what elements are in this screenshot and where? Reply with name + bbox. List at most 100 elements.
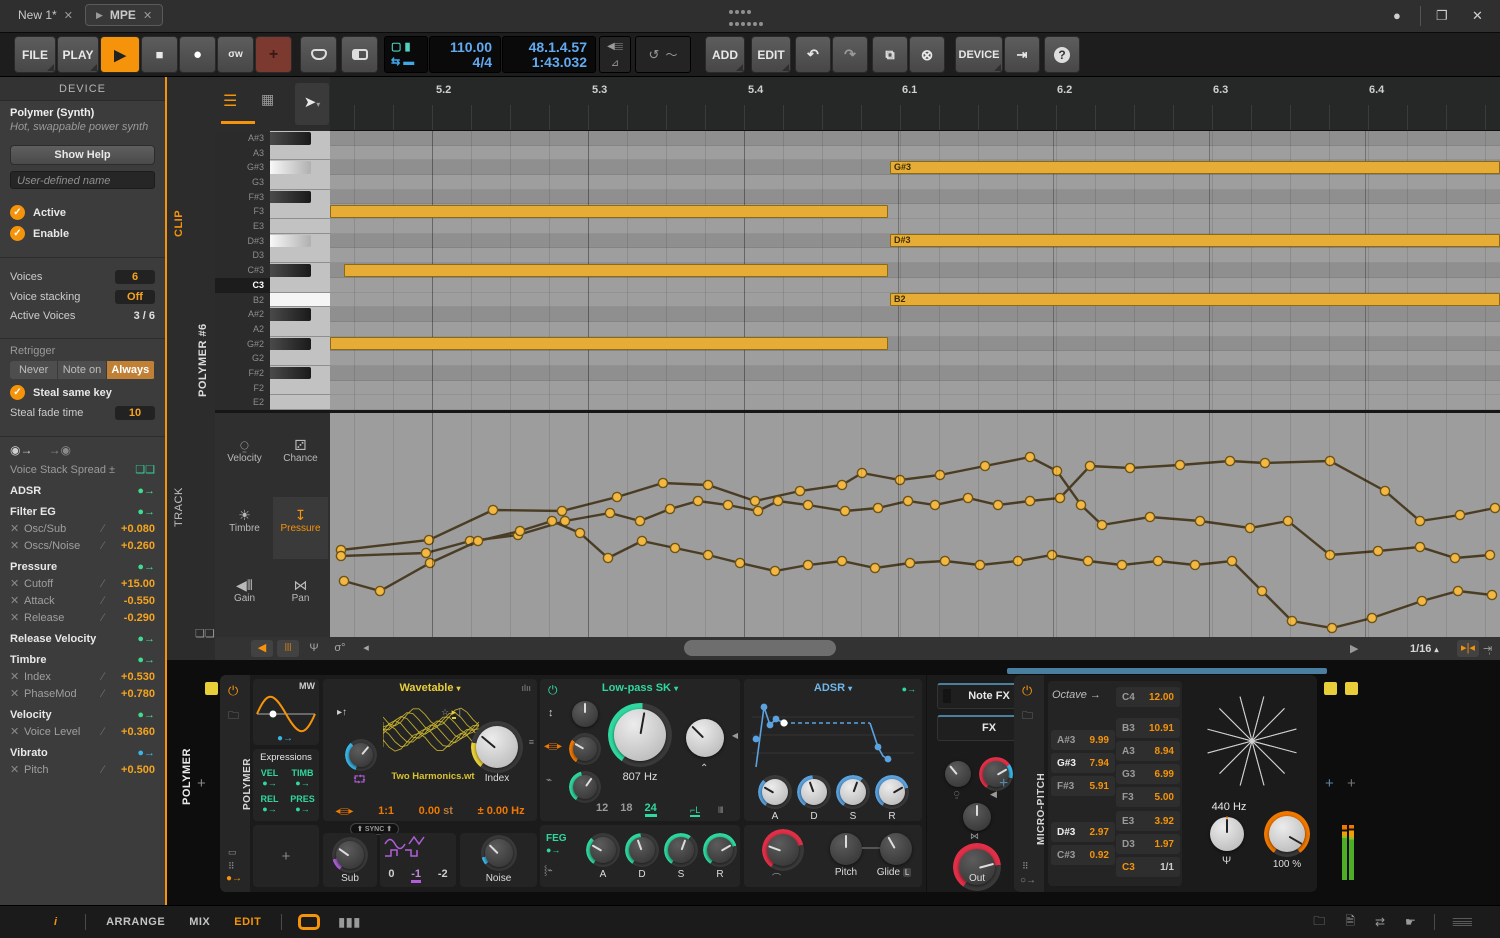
pitch-knob[interactable] [830,833,862,865]
env-knob-R[interactable] [707,837,733,863]
polymer-display-toggle-icon[interactable]: ▭ [228,847,237,858]
glide-knob[interactable] [880,833,912,865]
delete-button[interactable]: ⊗ [909,36,945,73]
grid-row-E3[interactable] [330,219,1500,234]
pressure-point[interactable] [1417,596,1426,605]
pressure-point[interactable] [1415,516,1424,525]
resonance-knob[interactable] [686,719,724,757]
pressure-point[interactable] [515,526,524,535]
mix-knob[interactable] [1269,816,1305,852]
collapse-lane-icon[interactable]: ◂ [355,640,377,657]
mod-source-filter-eg[interactable]: Filter EG●→ [10,506,155,518]
steal-fade-value[interactable]: 10 [115,406,155,420]
midi-note-G#3[interactable]: G#3 [890,161,1500,174]
expression-tab-velocity[interactable]: ⍜Velocity [217,427,272,489]
pressure-point[interactable] [670,543,679,552]
pressure-point[interactable] [1013,556,1022,565]
osc-menu-icon[interactable]: ≡ [529,737,534,747]
insert-device-button[interactable]: ⇥ [1004,36,1040,73]
adaptive-grid-icon[interactable]: ⇥̩ [1483,642,1492,655]
record-button[interactable]: ● [179,36,216,73]
pressure-point[interactable] [940,556,949,565]
pressure-point[interactable] [557,506,566,515]
pressure-point[interactable] [1085,461,1094,470]
piano-key-E2[interactable] [270,395,330,410]
pressure-point[interactable] [575,528,584,537]
expression-mod-rel[interactable]: REL●→ [253,794,286,814]
tab-new1[interactable]: New 1* ✕ [18,8,73,22]
duplicate-button[interactable]: ⧉ [872,36,908,73]
polymer-color-swatch[interactable] [205,682,218,695]
pressure-point[interactable] [605,508,614,517]
pressure-point[interactable] [770,566,779,575]
wavetable-visualization[interactable] [383,703,479,767]
pressure-point[interactable] [1175,460,1184,469]
filter-env-knob[interactable] [573,775,597,799]
pitch-row-C#3[interactable]: C#30.92 [1051,845,1115,865]
feg-mod-arrow-icon[interactable]: ●→ [546,845,560,855]
layers-icon[interactable]: ❏❏ [135,463,155,476]
clip-launcher-button[interactable] [300,36,337,73]
polymer-preset-icon[interactable]: 🗀 [228,707,239,726]
filter-slope-12[interactable]: 12 [596,802,608,817]
micropitch-grid-icon[interactable]: ⠿ [1022,861,1029,872]
device-name-input[interactable]: User-defined name [10,171,155,189]
stacking-value[interactable]: Off [115,290,155,304]
track-tab[interactable]: TRACK [173,487,185,527]
snap-value[interactable]: 1/16 ▴ [1410,643,1439,655]
multi-panel-icon[interactable]: ▮▮▮ [338,915,361,929]
mod-target-cutoff[interactable]: ✕Cutoff∕+15.00 [10,577,155,590]
pressure-point[interactable] [905,558,914,567]
grid-row-F#3[interactable] [330,190,1500,205]
pressure-point[interactable] [603,553,612,562]
pressure-point[interactable] [870,563,879,572]
cutoff-value[interactable]: 807 Hz [608,771,672,783]
append-device-button-2[interactable]: + [1347,775,1356,792]
pressure-point[interactable] [1380,486,1389,495]
expression-tab-pan[interactable]: ⋈Pan [273,567,328,629]
grid-row-A#3[interactable] [330,131,1500,146]
pressure-point[interactable] [425,558,434,567]
mod-arrow-icon[interactable]: ●→ [137,561,155,573]
grid-view-icon[interactable]: ▦ [261,91,274,108]
mw-lfo-panel[interactable]: MW ●→ [253,679,319,745]
steal-toggle[interactable]: ✓ Steal same key [10,385,155,400]
piano-key-F#3[interactable] [270,190,330,205]
note-grid[interactable]: G#3D#3B2 [330,131,1500,410]
pressure-point[interactable] [1145,512,1154,521]
mod-target-release[interactable]: ✕Release∕-0.290 [10,611,155,624]
expression-mod-pres[interactable]: PRES●→ [286,794,319,814]
pitch-row-B3[interactable]: B310.91 [1116,718,1180,738]
env-knob-R[interactable] [879,779,905,805]
pressure-point[interactable] [935,470,944,479]
help-button[interactable]: ? [1044,36,1080,73]
pitch-row-D#3[interactable]: D#32.97 [1051,822,1115,842]
pressure-point[interactable] [1450,553,1459,562]
mod-arrow-icon[interactable]: ●→ [137,654,155,666]
stop-button[interactable]: ■ [141,36,178,73]
adsr-envelope-graph[interactable] [752,699,914,771]
snap-toggle-icon[interactable]: ▸|◂ [1457,640,1479,657]
track-name-vertical[interactable]: POLYMER #6 [197,323,209,397]
pressure-point[interactable] [840,506,849,515]
timeline-ruler[interactable]: 5.25.35.46.16.26.36.4 [330,77,1500,131]
pressure-point[interactable] [612,492,621,501]
osc-detune-st[interactable]: 0.00 st [419,805,453,817]
expression-mod-vel[interactable]: VEL●→ [253,768,286,788]
pitch-row-C3[interactable]: C31/1 [1116,857,1180,877]
play-button[interactable]: ▶ [100,36,140,73]
filter-env-icon[interactable]: ⌁ [546,775,552,786]
pressure-point[interactable] [1455,510,1464,519]
piano-key-D#3[interactable] [270,234,330,249]
pitch-row-G#3[interactable]: G#37.94 [1051,753,1115,773]
piano-key-D3[interactable] [270,248,330,263]
stack-icon[interactable]: ❏❏ [195,627,215,640]
filter-shape-lp-icon[interactable]: ⌐L [690,805,700,817]
grid-row-F2[interactable] [330,381,1500,396]
piano-key-B2[interactable] [270,293,330,308]
tempo-display[interactable]: 110.00 4/4 [429,36,501,73]
grid-row-F#2[interactable] [330,366,1500,381]
io-routing-icon[interactable]: ⇄ [1375,915,1385,929]
vel-depth-knob[interactable] [945,761,971,787]
pressure-point[interactable] [1117,560,1126,569]
